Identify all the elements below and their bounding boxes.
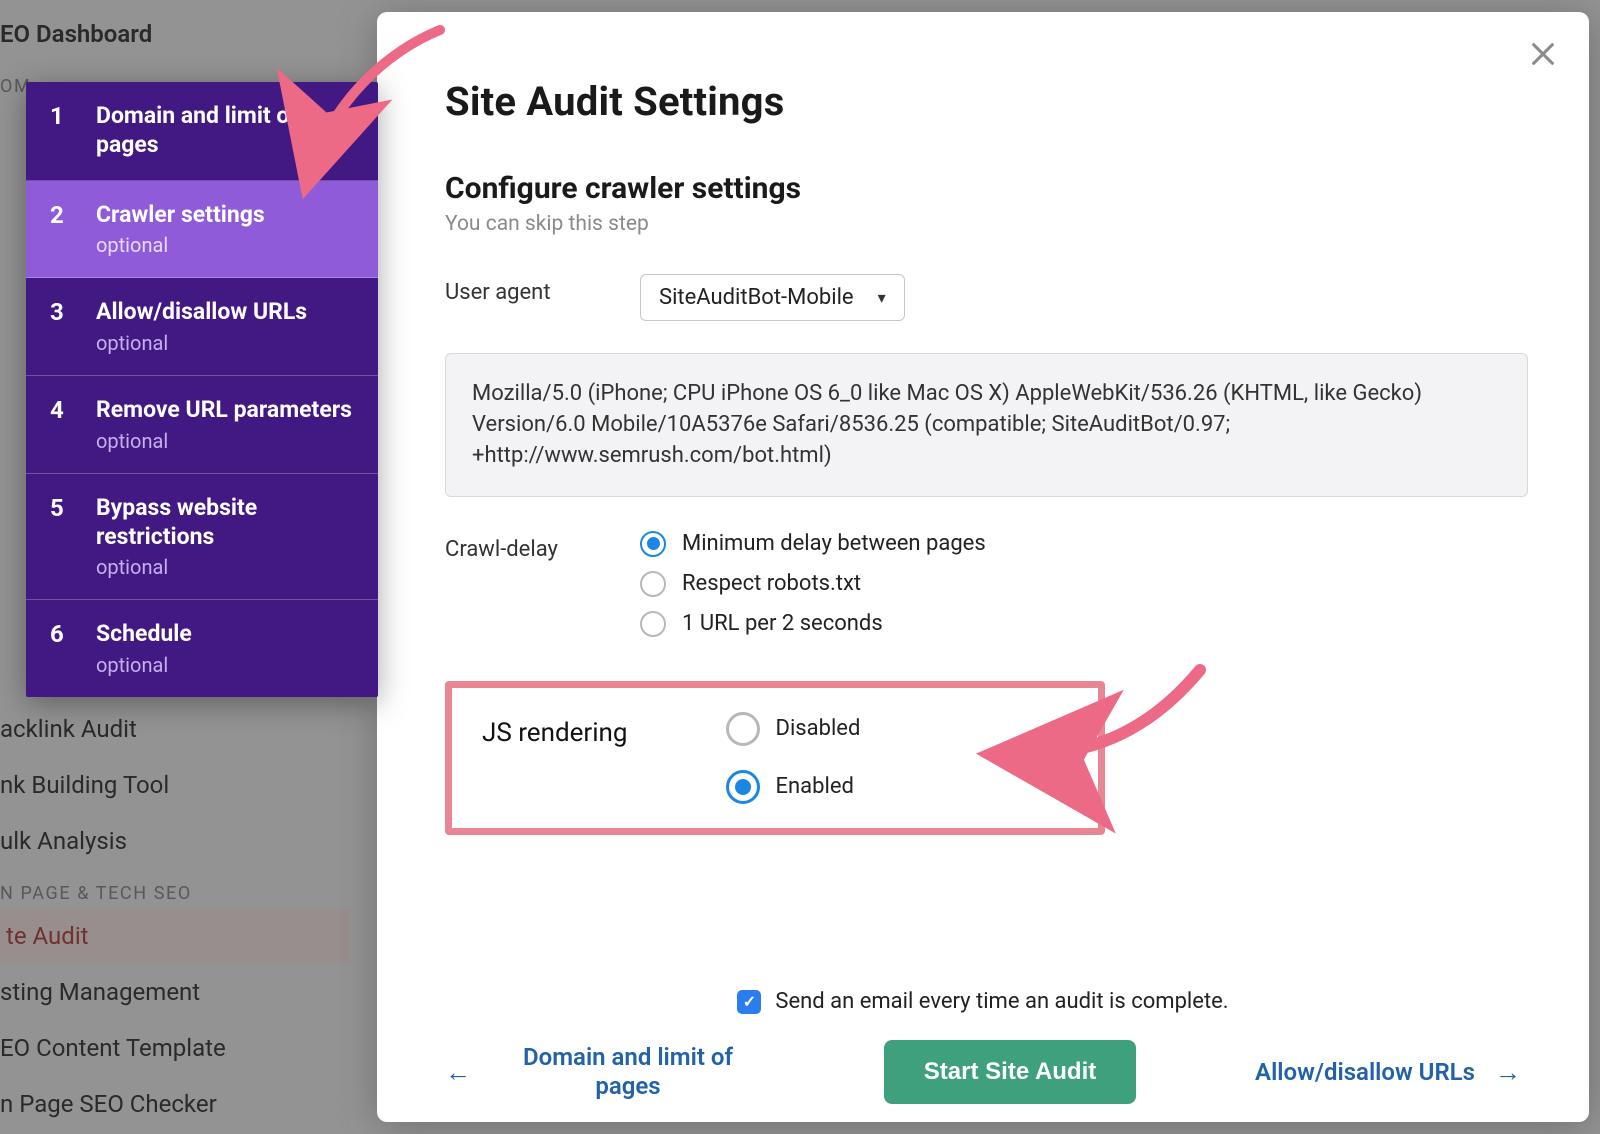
modal-title: Site Audit Settings [445, 78, 1521, 125]
wizard-step-3[interactable]: 3 Allow/disallow URLs optional [26, 278, 378, 376]
step-title: Allow/disallow URLs [96, 298, 307, 327]
user-agent-label: User agent [445, 274, 640, 305]
step-number: 6 [50, 620, 70, 677]
wizard-step-6[interactable]: 6 Schedule optional [26, 600, 378, 697]
user-agent-select[interactable]: SiteAuditBot-Mobile ▾ [640, 274, 905, 321]
next-step-label: Allow/disallow URLs [1255, 1058, 1475, 1086]
close-icon [1529, 40, 1557, 68]
prev-step-link[interactable]: ← Domain and limit of pages [445, 1043, 765, 1101]
step-number: 2 [50, 201, 70, 258]
step-title: Bypass website restrictions [96, 494, 354, 552]
wizard-step-2[interactable]: 2 Crawler settings optional [26, 181, 378, 279]
crawl-delay-option-1per2s[interactable]: 1 URL per 2 seconds [640, 611, 1521, 637]
next-step-link[interactable]: Allow/disallow URLs → [1255, 1057, 1521, 1088]
arrow-right-icon: → [1495, 1057, 1521, 1088]
checkbox-icon: ✓ [737, 990, 761, 1014]
step-number: 1 [50, 102, 70, 160]
step-optional: optional [96, 429, 352, 453]
step-number: 5 [50, 494, 70, 580]
radio-icon [726, 712, 760, 746]
arrow-left-icon: ← [445, 1057, 471, 1088]
crawl-delay-radio-group: Minimum delay between pages Respect robo… [640, 531, 1521, 637]
start-site-audit-button[interactable]: Start Site Audit [884, 1040, 1136, 1104]
step-optional: optional [96, 653, 192, 677]
radio-label: Enabled [776, 774, 854, 799]
section-subtext: You can skip this step [445, 212, 1521, 236]
step-title: Schedule [96, 620, 192, 649]
radio-label: Disabled [776, 716, 861, 741]
prev-step-label: Domain and limit of pages [491, 1043, 765, 1101]
user-agent-string: Mozilla/5.0 (iPhone; CPU iPhone OS 6_0 l… [445, 353, 1528, 497]
js-rendering-highlight: JS rendering Disabled Enabled [445, 681, 1105, 835]
wizard-step-5[interactable]: 5 Bypass website restrictions optional [26, 474, 378, 601]
js-rendering-radio-group: Disabled Enabled [726, 712, 861, 804]
crawl-delay-option-robots[interactable]: Respect robots.txt [640, 571, 1521, 597]
step-optional: optional [96, 233, 265, 257]
radio-icon [640, 571, 666, 597]
step-optional: optional [96, 331, 307, 355]
step-title: Crawler settings [96, 201, 265, 230]
step-number: 3 [50, 298, 70, 355]
email-checkbox-label: Send an email every time an audit is com… [775, 989, 1228, 1014]
close-button[interactable] [1523, 34, 1563, 74]
wizard-step-1[interactable]: 1 Domain and limit of pages [26, 82, 378, 181]
select-value: SiteAuditBot-Mobile [659, 285, 854, 310]
section-title: Configure crawler settings [445, 171, 1521, 206]
radio-label: Respect robots.txt [682, 571, 861, 596]
step-number: 4 [50, 396, 70, 453]
site-audit-settings-modal: Site Audit Settings Configure crawler se… [377, 12, 1589, 1122]
js-rendering-label: JS rendering [482, 712, 628, 748]
step-optional: optional [96, 555, 354, 579]
radio-label: 1 URL per 2 seconds [682, 611, 883, 636]
radio-icon [640, 611, 666, 637]
js-rendering-option-disabled[interactable]: Disabled [726, 712, 861, 746]
crawl-delay-label: Crawl-delay [445, 531, 640, 562]
crawl-delay-option-min[interactable]: Minimum delay between pages [640, 531, 1521, 557]
modal-footer: ← Domain and limit of pages Start Site A… [445, 1040, 1521, 1104]
step-title: Domain and limit of pages [96, 102, 354, 160]
wizard-step-4[interactable]: 4 Remove URL parameters optional [26, 376, 378, 474]
radio-label: Minimum delay between pages [682, 531, 986, 556]
chevron-down-icon: ▾ [878, 288, 886, 307]
js-rendering-option-enabled[interactable]: Enabled [726, 770, 861, 804]
radio-icon [726, 770, 760, 804]
wizard-steps: 1 Domain and limit of pages 2 Crawler se… [26, 82, 378, 697]
radio-icon [640, 531, 666, 557]
step-title: Remove URL parameters [96, 396, 352, 425]
email-notification-row[interactable]: ✓ Send an email every time an audit is c… [377, 989, 1589, 1014]
